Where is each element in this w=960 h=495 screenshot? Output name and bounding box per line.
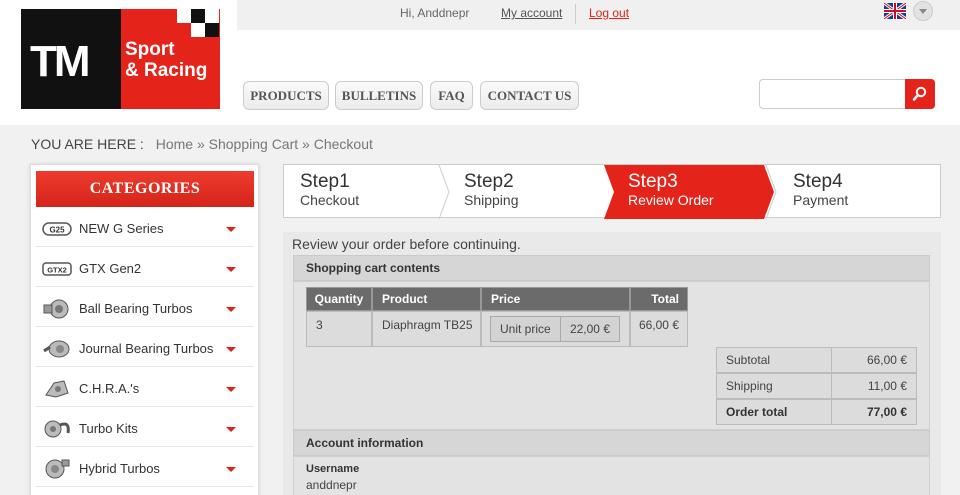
chevron-down-icon xyxy=(226,267,236,272)
nav-contact-us[interactable]: CONTACT US xyxy=(480,81,579,110)
tm-sport-racing-logo[interactable]: TM Sport & Racing xyxy=(21,9,220,109)
cell-product: Diaphragm TB25 xyxy=(372,311,481,347)
user-greeting: Hi, Anddnepr xyxy=(400,6,470,20)
hybrid-turbo-icon xyxy=(45,459,70,479)
unit-price-value: 22,00 € xyxy=(569,322,610,336)
username-label: Username xyxy=(306,463,360,475)
nav-bulletins[interactable]: BULLETINS xyxy=(335,81,423,110)
nav-faq[interactable]: FAQ xyxy=(430,81,473,110)
svg-text:GTX2: GTX2 xyxy=(47,266,67,275)
category-new-g-series[interactable]: G25 NEW G Series xyxy=(36,211,254,247)
category-chras[interactable]: C.H.R.A.'s xyxy=(36,371,254,407)
subtotal-row: Subtotal 66,00 € xyxy=(716,347,917,373)
breadcrumb-checkout[interactable]: Checkout xyxy=(314,136,373,152)
logo-sport-racing-text: Sport & Racing xyxy=(125,39,208,81)
col-product: Product xyxy=(372,287,481,311)
turbo-icon xyxy=(43,340,70,358)
search-button[interactable] xyxy=(905,79,935,109)
col-total: Total xyxy=(630,287,688,311)
breadcrumb-label: YOU ARE HERE : xyxy=(31,136,144,152)
turbo-icon xyxy=(43,299,69,319)
unit-price-label: Unit price xyxy=(500,322,551,336)
step-1[interactable]: Step1 Checkout xyxy=(300,171,359,208)
turbo-kit-icon xyxy=(44,420,70,438)
account-panel: Username anddnepr xyxy=(293,456,930,495)
chra-icon xyxy=(45,380,69,398)
chevron-down-icon xyxy=(226,347,236,352)
order-total-row: Order total 77,00 € xyxy=(716,399,917,425)
checkout-steps: Step1 Checkout Step2 Shipping Step3 Review … xyxy=(283,164,941,219)
category-turbo-kits[interactable]: Turbo Kits xyxy=(36,411,254,447)
category-journal-bearing-turbos[interactable]: Journal Bearing Turbos xyxy=(36,331,254,367)
chevron-down-icon xyxy=(226,467,236,472)
cell-quantity: 3 xyxy=(306,311,372,347)
gtx2-badge-icon: GTX2 xyxy=(42,262,72,276)
top-bar-divider xyxy=(575,4,576,24)
cart-panel-title: Shopping cart contents xyxy=(293,255,930,281)
category-gtx-gen2[interactable]: GTX2 GTX Gen2 xyxy=(36,251,254,287)
category-ball-bearing-turbos[interactable]: Ball Bearing Turbos xyxy=(36,291,254,327)
site-header: Hi, Anddnepr My account Log out TM Sport… xyxy=(0,0,960,125)
categories-title: CATEGORIES xyxy=(36,171,254,207)
step-3-active: Step3 Review Order xyxy=(628,171,714,208)
step-2[interactable]: Step2 Shipping xyxy=(464,171,519,208)
username-value: anddnepr xyxy=(306,478,357,492)
language-dropdown-button[interactable] xyxy=(913,1,933,21)
chevron-down-icon xyxy=(226,307,236,312)
breadcrumb-shopping-cart[interactable]: Shopping Cart xyxy=(209,136,299,152)
category-hybrid-turbos[interactable]: Hybrid Turbos xyxy=(36,451,254,487)
account-panel-title: Account information xyxy=(293,430,930,456)
cell-total: 66,00 € xyxy=(630,311,688,347)
chevron-down-icon xyxy=(226,427,236,432)
logo-tm-text: TM xyxy=(30,37,91,86)
review-intro-text: Review your order before continuing. xyxy=(292,236,521,252)
shipping-row: Shipping 11,00 € xyxy=(716,373,917,399)
g25-badge-icon: G25 xyxy=(42,222,72,236)
my-account-link[interactable]: My account xyxy=(501,6,562,20)
breadcrumb-home[interactable]: Home xyxy=(156,136,193,152)
chevron-down-icon xyxy=(226,387,236,392)
unit-price-box: Unit price 22,00 € xyxy=(490,316,620,342)
logout-link[interactable]: Log out xyxy=(589,6,629,20)
svg-text:G25: G25 xyxy=(49,226,65,235)
uk-flag-icon[interactable] xyxy=(884,3,906,19)
search-icon xyxy=(912,86,927,101)
col-quantity: Quantity xyxy=(306,287,372,311)
step-4: Step4 Payment xyxy=(793,171,849,208)
col-price: Price xyxy=(481,287,630,311)
nav-products[interactable]: PRODUCTS xyxy=(243,81,329,110)
categories-sidebar: CATEGORIES G25 NEW G Series GTX2 GTX Gen… xyxy=(30,164,259,495)
chevron-down-icon xyxy=(226,227,236,232)
breadcrumb: YOU ARE HERE : Home » Shopping Cart » Ch… xyxy=(31,136,373,152)
